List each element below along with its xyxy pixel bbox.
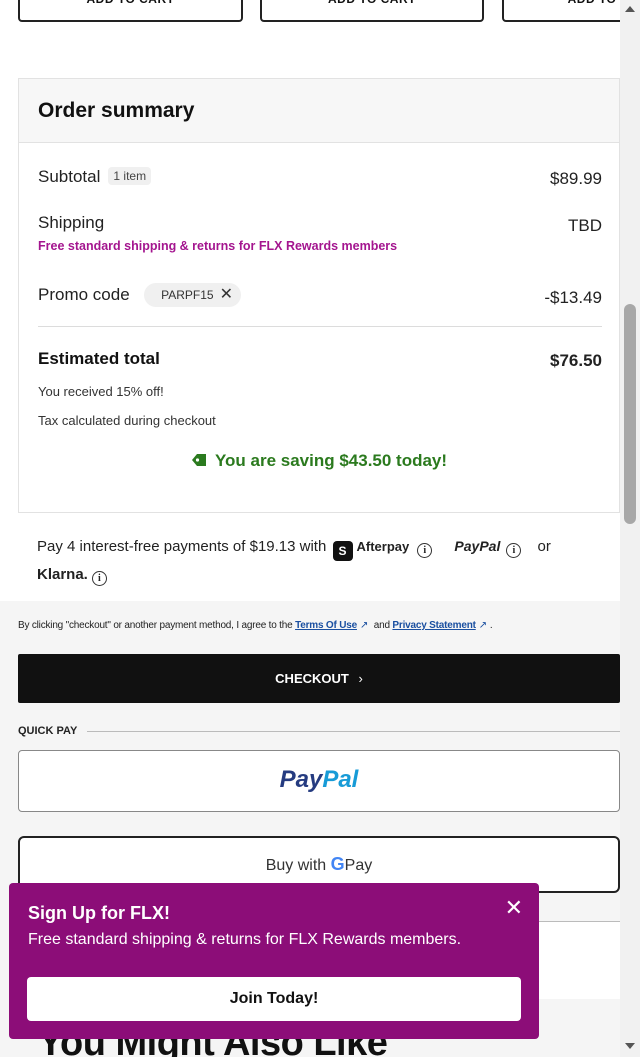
order-summary-card: Order summary Subtotal 1 item $89.99 Ship… [18, 78, 620, 513]
estimated-total-label: Estimated total [38, 349, 160, 368]
google-g-icon: G [330, 854, 345, 874]
discount-note: You received 15% off! [38, 384, 164, 399]
quick-pay-label: QUICK PAY [18, 725, 78, 737]
gpay-prefix: Buy with [265, 857, 327, 874]
or-text: or [537, 538, 551, 555]
promo-label: Promo code [38, 285, 130, 304]
product-carousel-buttons: ADD TO CART ADD TO CART ADD TO [18, 0, 640, 24]
scroll-up-arrow-icon[interactable] [625, 6, 635, 12]
checkout-button[interactable]: CHECKOUT › [18, 654, 620, 703]
legal-agreement-text: By clicking "checkout" or another paymen… [18, 620, 493, 631]
afterpay-name: Afterpay [356, 539, 410, 554]
join-today-button[interactable]: Join Today! [27, 977, 521, 1021]
external-link-icon: ↗ [478, 620, 487, 631]
saving-message: You are saving $43.50 today! [19, 451, 619, 471]
legal-suffix: . [489, 620, 493, 631]
toast-title: Sign Up for FLX! [28, 903, 170, 923]
remove-promo-icon[interactable]: ✕ [220, 287, 233, 303]
terms-of-use-link[interactable]: Terms Of Use [295, 620, 357, 631]
shipping-value: TBD [568, 216, 602, 235]
paypal-logo-pay: Pay [279, 766, 323, 793]
klarna-info-icon[interactable]: i [91, 571, 107, 586]
promo-value: -$13.49 [544, 288, 602, 307]
price-tag-icon [191, 454, 206, 466]
promo-row: Promo code PARPF15 ✕ -$13.49 [38, 283, 602, 307]
subtotal-value: $89.99 [550, 169, 602, 188]
summary-divider [38, 326, 602, 327]
promo-code-text: PARPF15 [161, 288, 214, 302]
privacy-statement-link[interactable]: Privacy Statement [392, 620, 476, 631]
tax-note: Tax calculated during checkout [38, 413, 216, 428]
shipping-label: Shipping [38, 213, 105, 232]
paypal-name: PayPal [454, 538, 501, 554]
promo-code-chip: PARPF15 ✕ [144, 283, 241, 307]
estimated-total-row: Estimated total $76.50 [38, 349, 602, 370]
paypal-info-icon[interactable]: i [506, 543, 522, 558]
estimated-total-value: $76.50 [550, 351, 602, 370]
toast-text: Free standard shipping & returns for FLX… [28, 931, 462, 948]
klarna-name: Klarna. [37, 566, 88, 583]
scroll-thumb[interactable] [624, 304, 636, 524]
scroll-down-arrow-icon[interactable] [625, 1043, 635, 1049]
external-link-icon: ↗ [359, 620, 369, 631]
shipping-row: Shipping TBD Free standard shipping & re… [38, 213, 602, 253]
quick-pay-divider [87, 731, 620, 732]
order-summary-header: Order summary [19, 79, 619, 143]
afterpay-logo-icon: S [332, 541, 353, 561]
installment-payments-info: Pay 4 interest-free payments of $19.13 w… [37, 532, 597, 589]
add-to-cart-button[interactable]: ADD TO CART [260, 0, 484, 22]
chevron-right-icon: › [358, 671, 363, 686]
order-summary-title: Order summary [38, 99, 195, 122]
installment-text: Pay 4 interest-free payments of $19.13 w… [37, 538, 327, 555]
afterpay-info-icon[interactable]: i [417, 543, 433, 558]
item-count-badge: 1 item [108, 167, 152, 185]
scrollbar[interactable] [620, 0, 640, 1057]
signup-toast: Sign Up for FLX! Free standard shipping … [9, 883, 539, 1039]
shipping-note: Free standard shipping & returns for FLX… [38, 239, 398, 253]
close-icon[interactable]: ✕ [505, 895, 523, 921]
gpay-pay: Pay [344, 857, 373, 874]
subtotal-label: Subtotal [38, 167, 101, 186]
legal-and: and [373, 620, 390, 631]
add-to-cart-button[interactable]: ADD TO CART [18, 0, 243, 22]
paypal-button[interactable]: PayPal [18, 750, 620, 812]
checkout-label: CHECKOUT [275, 671, 349, 686]
saving-text: You are saving $43.50 today! [214, 451, 448, 470]
payment-option-placeholder [539, 921, 620, 999]
subtotal-row: Subtotal 1 item $89.99 [38, 167, 602, 188]
legal-prefix: By clicking "checkout" or another paymen… [18, 620, 293, 631]
paypal-logo-pal: Pal [322, 766, 359, 793]
